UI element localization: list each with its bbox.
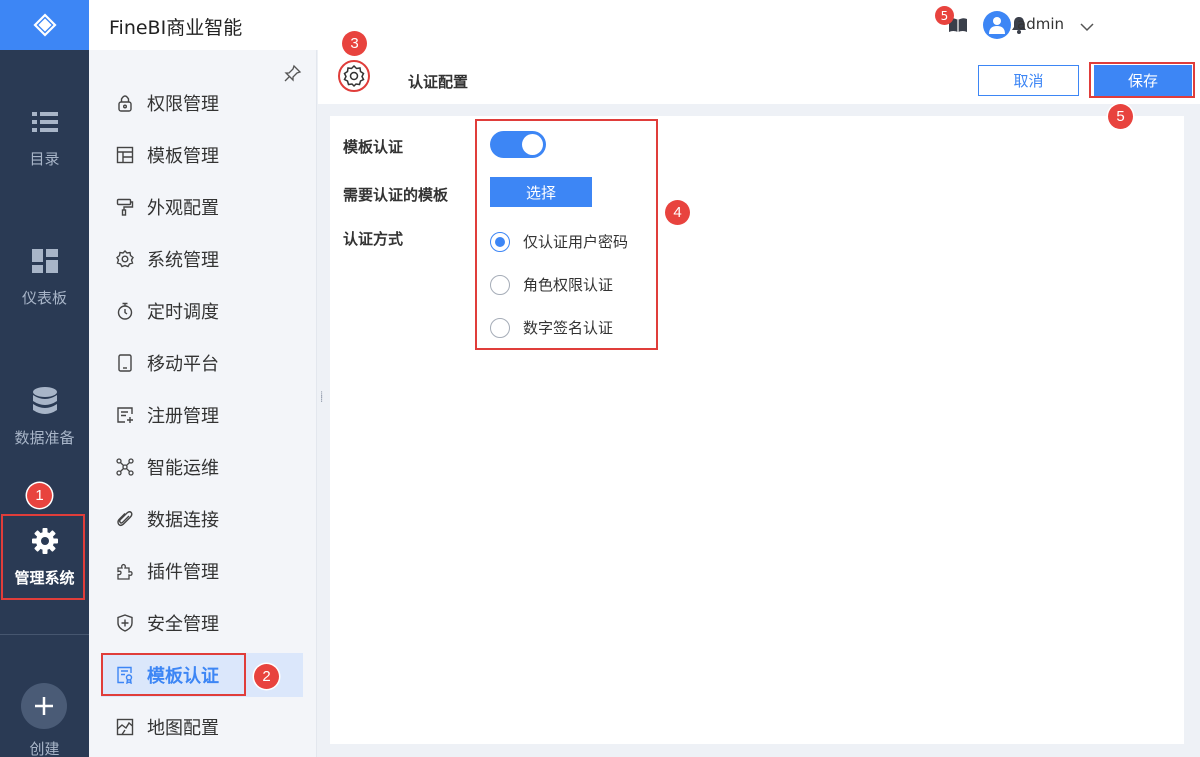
menu-item-label: 智能运维	[147, 458, 219, 479]
paint-roller-icon	[115, 197, 135, 217]
create-label: 创建	[29, 740, 60, 757]
menu-item-register[interactable]: 注册管理	[101, 393, 303, 437]
menu-item-ops[interactable]: 智能运维	[101, 445, 303, 489]
auth-method-label: 认证方式	[343, 230, 404, 248]
avatar[interactable]	[983, 11, 1011, 39]
menu-item-schedule[interactable]: 定时调度	[101, 289, 303, 333]
menu-item-permission[interactable]: 权限管理	[101, 81, 303, 125]
menu-item-template-mgmt[interactable]: 模板管理	[101, 133, 303, 177]
need-auth-label: 需要认证的模板	[343, 186, 449, 204]
left-rail: 目录 仪表板 数据准备 管理系统 创建	[0, 0, 89, 757]
shield-icon	[115, 613, 135, 633]
page-title: 认证配置	[408, 73, 469, 91]
rail-item-label: 目录	[29, 150, 60, 168]
menu-item-label: 数据连接	[147, 510, 219, 531]
menu-item-label: 外观配置	[147, 198, 219, 219]
menu-item-appearance[interactable]: 外观配置	[101, 185, 303, 229]
logo-icon	[32, 13, 57, 37]
app-title: FineBI商业智能	[109, 17, 243, 39]
step-badge-3: 3	[342, 31, 367, 56]
step-badge-4: 4	[665, 200, 690, 225]
network-icon	[115, 457, 135, 477]
menu-item-label: 插件管理	[147, 562, 219, 583]
lock-icon	[115, 93, 135, 113]
menu-item-label: 系统管理	[147, 250, 219, 271]
highlight-circle-3	[338, 60, 370, 92]
list-icon	[31, 108, 59, 136]
menu-item-label: 注册管理	[147, 406, 219, 427]
rail-item-label: 仪表板	[21, 289, 67, 307]
stopwatch-icon	[115, 301, 135, 321]
menu-item-security[interactable]: 安全管理	[101, 601, 303, 645]
rail-item-data-prep[interactable]: 数据准备	[0, 387, 89, 448]
highlight-box-2	[101, 653, 246, 696]
create-button[interactable]	[21, 683, 67, 729]
rail-item-dashboard[interactable]: 仪表板	[0, 247, 89, 308]
register-icon	[115, 405, 135, 425]
highlight-box-4	[475, 119, 658, 350]
menu-item-label: 权限管理	[147, 94, 219, 115]
step-badge-2: 2	[254, 664, 279, 689]
plus-icon	[35, 697, 53, 715]
app-logo[interactable]	[0, 0, 89, 50]
template-auth-label: 模板认证	[343, 138, 404, 156]
panel-resize-handle[interactable]: ⁞ ⁞	[320, 391, 324, 405]
dashboard-icon	[31, 247, 59, 275]
highlight-box-5	[1089, 62, 1195, 98]
tablet-icon	[115, 353, 135, 373]
menu-item-system[interactable]: 系统管理	[101, 237, 303, 281]
map-icon	[115, 717, 135, 737]
rail-item-label: 数据准备	[14, 429, 75, 447]
menu-item-mobile[interactable]: 移动平台	[101, 341, 303, 385]
database-icon	[31, 387, 59, 415]
menu-item-plugins[interactable]: 插件管理	[101, 549, 303, 593]
menu-item-label: 模板管理	[147, 146, 219, 167]
puzzle-icon	[115, 561, 135, 581]
gear-icon	[115, 249, 135, 269]
menu-item-label: 安全管理	[147, 614, 219, 635]
chevron-down-icon[interactable]	[1080, 17, 1094, 36]
menu-item-label: 地图配置	[147, 718, 219, 739]
highlight-box-1	[1, 514, 85, 600]
auth-config-panel	[330, 116, 1184, 744]
username[interactable]: admin	[1017, 15, 1064, 33]
menu-item-label: 移动平台	[147, 354, 219, 375]
menu-item-map[interactable]: 地图配置	[101, 705, 303, 749]
rail-item-catalog[interactable]: 目录	[0, 108, 89, 169]
user-icon	[989, 17, 1005, 34]
cancel-button[interactable]: 取消	[978, 65, 1079, 96]
step-badge-5: 5	[1108, 104, 1133, 129]
template-icon	[115, 145, 135, 165]
menu-item-data-connection[interactable]: 数据连接	[101, 497, 303, 541]
paperclip-icon	[115, 509, 135, 529]
menu-item-label: 定时调度	[147, 302, 219, 323]
notification-badge: 5	[935, 6, 954, 25]
rail-divider	[0, 634, 89, 635]
step-badge-1: 1	[27, 483, 52, 508]
